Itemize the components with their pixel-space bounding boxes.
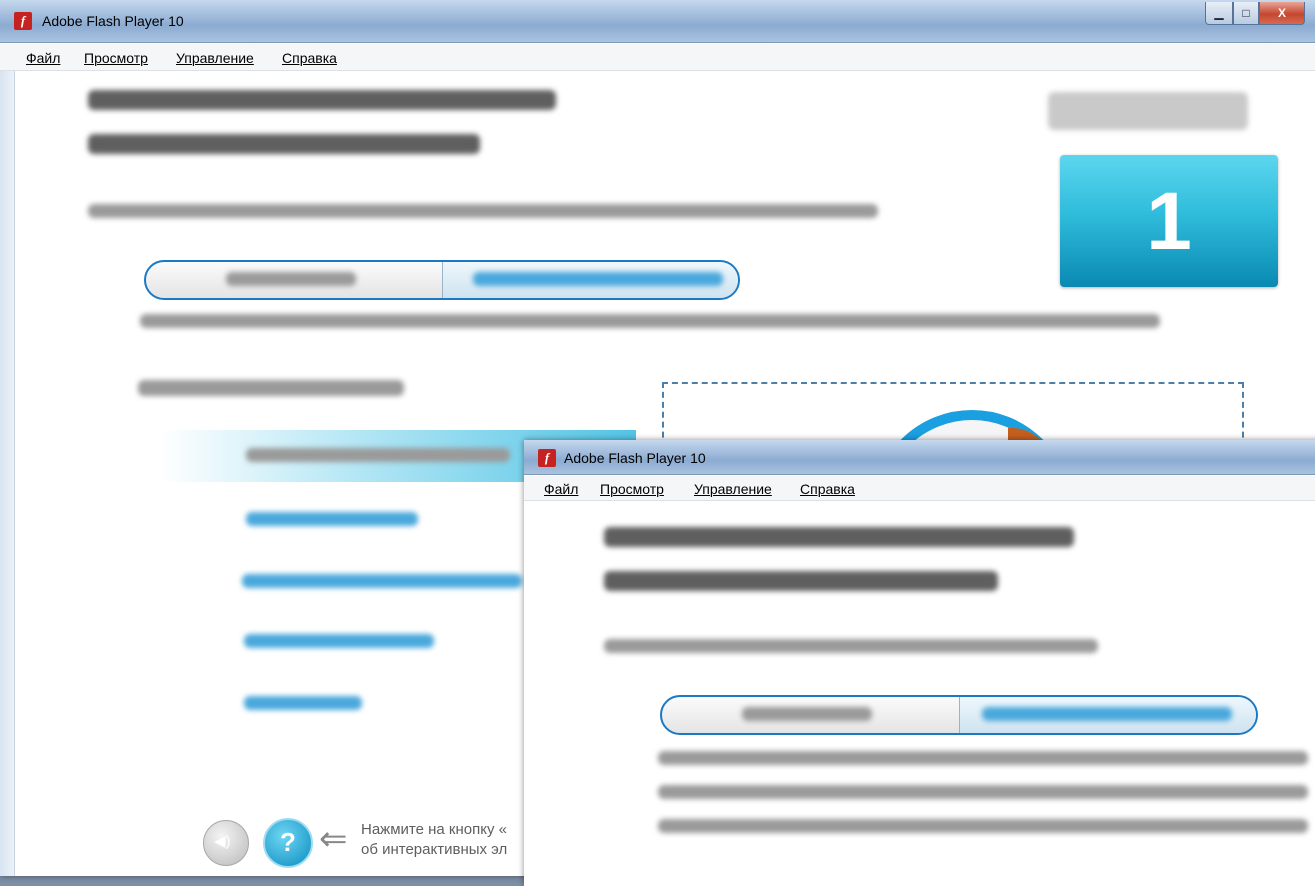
caption-buttons: ▁ □ X (1205, 2, 1305, 25)
menu-help[interactable]: Справка (282, 50, 337, 66)
list-item[interactable] (246, 448, 510, 462)
maximize-icon: □ (1242, 6, 1250, 20)
title-bar[interactable]: f Adobe Flash Player 10 ▁ □ X (0, 0, 1315, 43)
description-line-2 (658, 785, 1308, 799)
flash-icon: f (14, 12, 32, 30)
minimize-icon: ▁ (1214, 6, 1224, 20)
second-menu-bar: Файл Просмотр Управление Справка (524, 476, 1315, 501)
help-icon[interactable]: ? (263, 818, 313, 868)
list-item[interactable] (242, 574, 522, 588)
menu-view[interactable]: Просмотр (84, 50, 148, 66)
tab-description-label (742, 707, 872, 721)
hint-line-1: Нажмите на кнопку « (361, 821, 507, 838)
heading-line-1 (604, 527, 1074, 547)
step-badge: 1 (1060, 155, 1278, 287)
heading-line-1 (88, 90, 556, 110)
tab-description-label (226, 272, 356, 286)
menu-file[interactable]: Файл (26, 50, 60, 66)
menu-help[interactable]: Справка (800, 481, 855, 497)
close-icon: X (1277, 6, 1286, 20)
hint-line-2: об интерактивных эл (361, 841, 508, 858)
menu-control[interactable]: Управление (694, 481, 772, 497)
heading-line-2 (604, 571, 998, 591)
tab-description[interactable] (662, 697, 959, 733)
menu-control[interactable]: Управление (176, 50, 254, 66)
menu-bar: Файл Просмотр Управление Справка (0, 44, 1315, 71)
heading-line-2 (88, 134, 480, 154)
subtitle-line (88, 204, 878, 218)
description-line-3 (658, 819, 1308, 833)
description-line-1 (658, 751, 1308, 765)
flash-icon: f (538, 449, 556, 467)
step-number: 1 (1146, 176, 1192, 267)
subtitle-line (604, 639, 1098, 653)
menu-view[interactable]: Просмотр (600, 481, 664, 497)
maximize-button[interactable]: □ (1233, 2, 1259, 25)
window-title: Adobe Flash Player 10 (42, 13, 184, 29)
tab-bar (144, 260, 740, 300)
tab-features-label (981, 707, 1232, 721)
tab-description[interactable] (146, 262, 442, 298)
logo-block (1048, 92, 1248, 130)
tab-features-label (472, 272, 723, 286)
list-item[interactable] (246, 512, 418, 526)
section-heading (138, 380, 404, 396)
minimize-button[interactable]: ▁ (1205, 2, 1233, 25)
second-tab-bar (660, 695, 1258, 735)
close-button[interactable]: X (1259, 2, 1305, 25)
list-item[interactable] (244, 634, 434, 648)
bottom-toolbar: ? ⇐ Нажмите на кнопку « об интерактивных… (195, 812, 525, 870)
back-arrow-icon: ⇐ (319, 820, 348, 858)
sound-icon[interactable] (203, 820, 249, 866)
second-window: f Adobe Flash Player 10 Файл Просмотр Уп… (524, 440, 1315, 886)
second-title-bar[interactable]: f Adobe Flash Player 10 (524, 440, 1315, 475)
tab-features[interactable] (441, 262, 738, 298)
second-window-title: Adobe Flash Player 10 (564, 450, 706, 466)
list-item[interactable] (244, 696, 362, 710)
hint-text: Нажмите на кнопку « об интерактивных эл (361, 820, 507, 860)
left-edge (0, 71, 15, 876)
description-line (140, 314, 1160, 328)
tab-features[interactable] (958, 697, 1256, 733)
second-content (524, 501, 1315, 886)
menu-file[interactable]: Файл (544, 481, 578, 497)
